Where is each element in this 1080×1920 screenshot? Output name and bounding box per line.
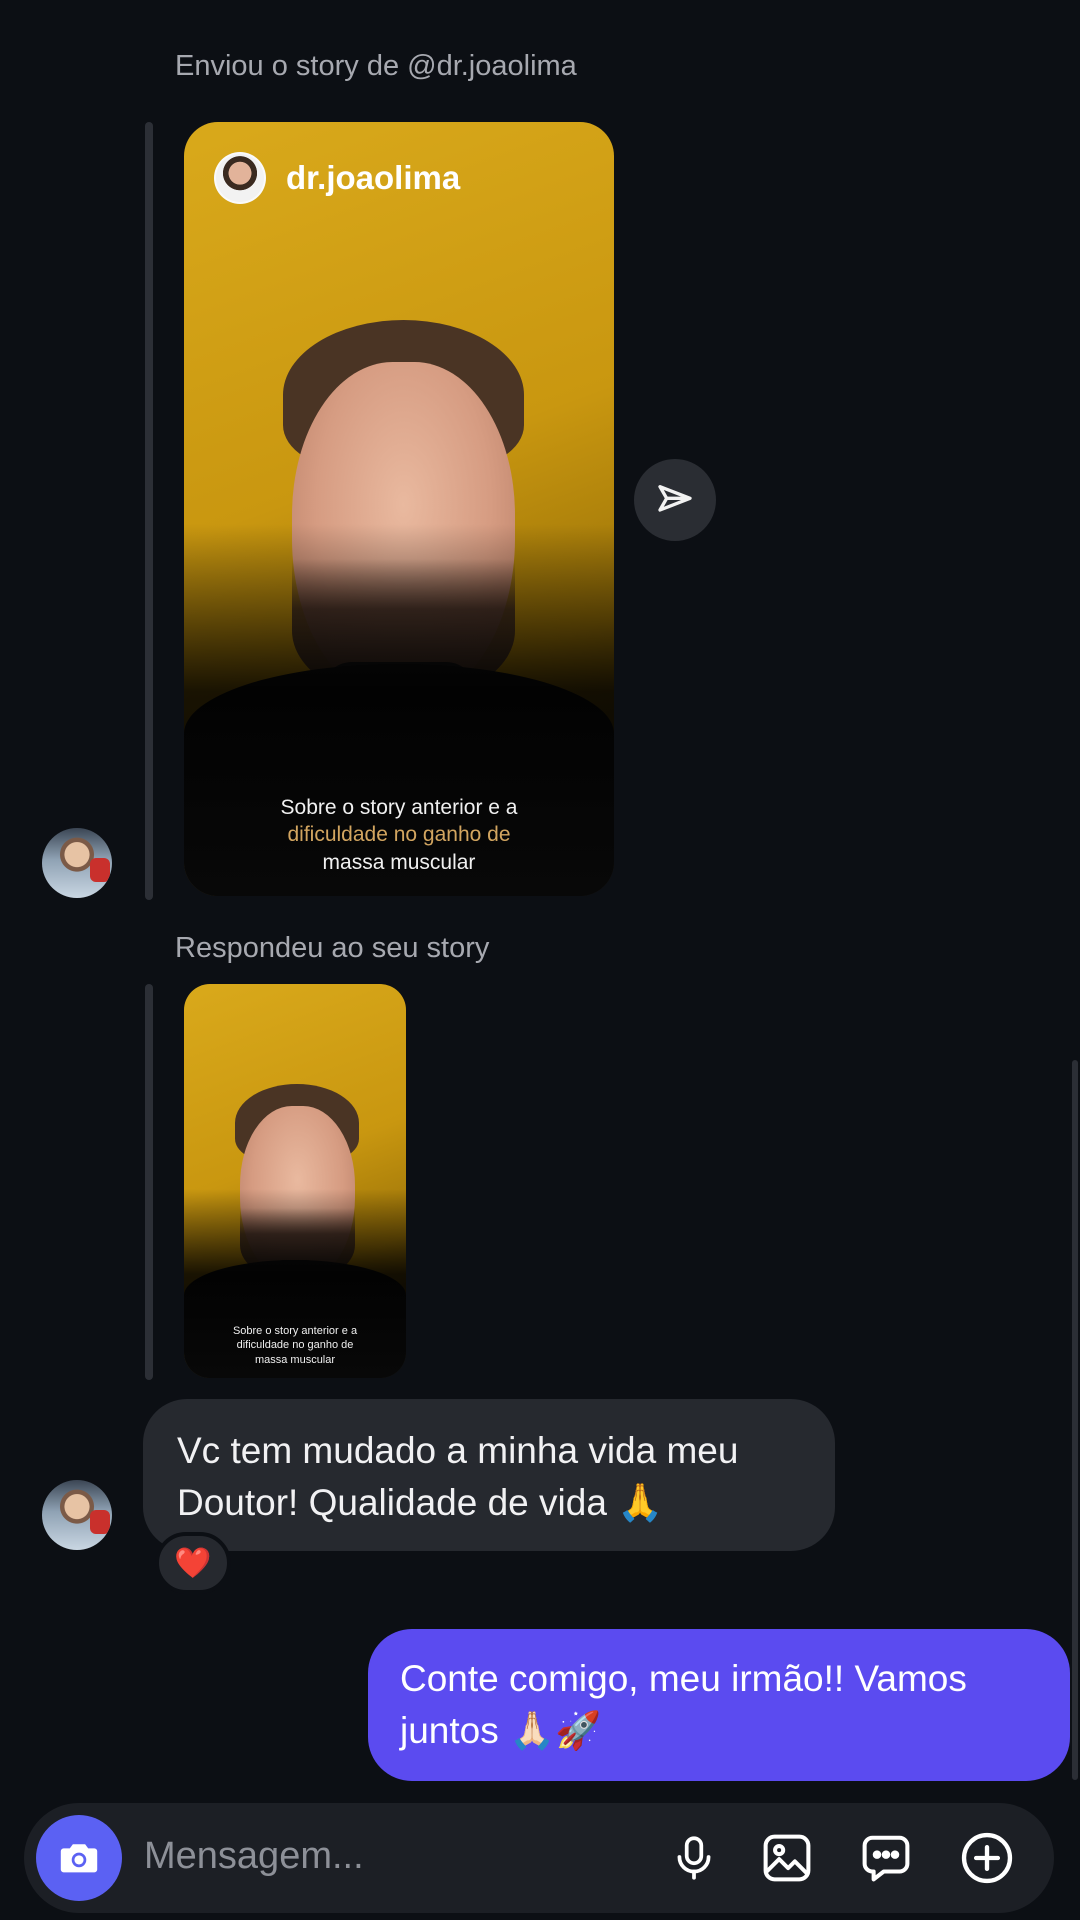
incoming-message-bubble[interactable]: Vc tem mudado a minha vida meu Doutor! Q… [143, 1399, 835, 1551]
sticker-chat-icon [862, 1835, 910, 1882]
heart-reaction[interactable]: ❤️ [155, 1532, 231, 1594]
share-story-button[interactable] [634, 459, 716, 541]
sender-avatar[interactable] [42, 1480, 112, 1550]
reply-bar [145, 984, 153, 1380]
story-share-label: Enviou o story de @dr.joaolima [175, 50, 577, 82]
send-icon [658, 485, 692, 512]
microphone-button[interactable] [664, 1828, 724, 1888]
camera-icon [60, 1844, 98, 1873]
story-user-header[interactable]: dr.joaolima [214, 152, 460, 204]
story-reply-label: Respondeu ao seu story [175, 932, 490, 964]
sticker-chat-button[interactable] [856, 1828, 916, 1888]
story-user-avatar [214, 152, 266, 204]
chat-screen: Enviou o story de @dr.joaolima dr.joaoli… [0, 0, 1080, 1920]
sender-avatar[interactable] [42, 828, 112, 898]
message-input[interactable]: Mensagem... [144, 1835, 364, 1878]
outgoing-message-bubble[interactable]: Conte comigo, meu irmão!! Vamos juntos 🙏… [368, 1629, 1070, 1781]
microphone-icon [677, 1836, 711, 1880]
story-caption: Sobre o story anterior e a dificuldade n… [232, 1325, 358, 1366]
gallery-icon [763, 1834, 811, 1882]
story-username: dr.joaolima [286, 159, 461, 196]
shared-story-card[interactable]: dr.joaolima Sobre o story anterior e a d… [184, 122, 614, 896]
add-icon [961, 1832, 1013, 1884]
camera-button[interactable] [36, 1815, 122, 1901]
reply-bar [145, 122, 153, 900]
scrollbar[interactable] [1072, 1060, 1078, 1780]
gallery-button[interactable] [757, 1828, 817, 1888]
replied-story-card[interactable]: Sobre o story anterior e a dificuldade n… [184, 984, 406, 1378]
message-composer: Mensagem... [24, 1803, 1054, 1913]
add-button[interactable] [957, 1828, 1017, 1888]
story-caption: Sobre o story anterior e a dificuldade n… [280, 796, 518, 874]
